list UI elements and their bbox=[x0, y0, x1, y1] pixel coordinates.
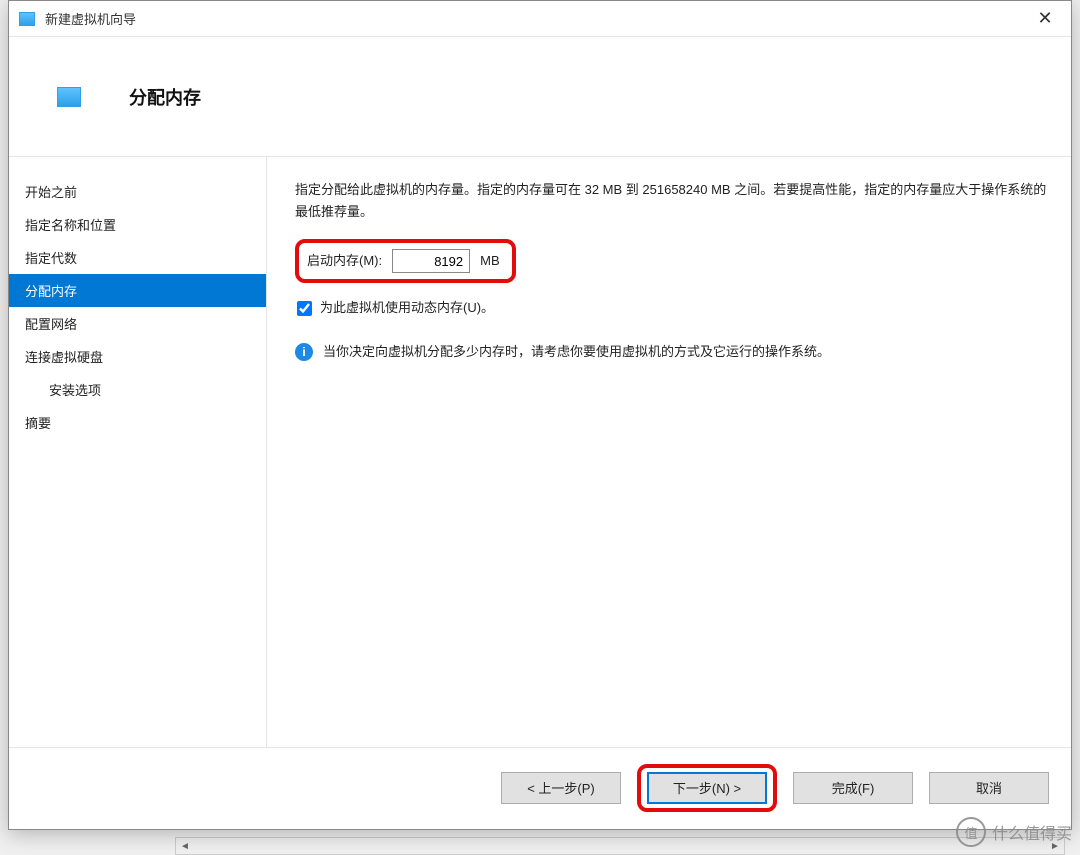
wizard-content: 指定分配给此虚拟机的内存量。指定的内存量可在 32 MB 到 251658240… bbox=[267, 157, 1071, 747]
close-icon: ✕ bbox=[1037, 8, 1052, 29]
info-row: i 当你决定向虚拟机分配多少内存时，请考虑你要使用虚拟机的方式及它运行的操作系统… bbox=[295, 341, 1047, 363]
startup-memory-label: 启动内存(M): bbox=[307, 250, 382, 272]
dynamic-memory-row: 为此虚拟机使用动态内存(U)。 bbox=[295, 297, 1047, 319]
titlebar: 新建虚拟机向导 ✕ bbox=[9, 1, 1071, 37]
info-icon: i bbox=[295, 343, 313, 361]
info-text: 当你决定向虚拟机分配多少内存时，请考虑你要使用虚拟机的方式及它运行的操作系统。 bbox=[323, 341, 830, 363]
step-assign-memory[interactable]: 分配内存 bbox=[9, 274, 266, 307]
step-installation-options[interactable]: 安装选项 bbox=[9, 373, 266, 406]
window-title: 新建虚拟机向导 bbox=[45, 9, 1023, 28]
wizard-footer: < 上一步(P) 下一步(N) > 完成(F) 取消 bbox=[9, 747, 1071, 827]
step-summary[interactable]: 摘要 bbox=[9, 406, 266, 439]
step-label: 开始之前 bbox=[25, 185, 77, 200]
window-icon bbox=[19, 12, 35, 26]
startup-memory-row: 启动内存(M): MB bbox=[295, 239, 516, 283]
dynamic-memory-checkbox[interactable] bbox=[297, 301, 312, 316]
memory-unit-label: MB bbox=[480, 250, 500, 272]
header-icon bbox=[57, 87, 81, 107]
background-horizontal-scrollbar: ◄ ► bbox=[175, 837, 1065, 855]
wizard-steps-sidebar: 开始之前 指定名称和位置 指定代数 分配内存 配置网络 连接虚拟硬盘 安装选项 … bbox=[9, 157, 267, 747]
wizard-dialog: 新建虚拟机向导 ✕ 分配内存 开始之前 指定名称和位置 指定代数 分配内存 配置… bbox=[8, 0, 1072, 830]
close-button[interactable]: ✕ bbox=[1023, 4, 1067, 34]
watermark-text: 什么值得买 bbox=[992, 820, 1072, 844]
next-button-highlight: 下一步(N) > bbox=[637, 764, 777, 812]
page-title: 分配内存 bbox=[129, 84, 201, 110]
watermark-badge: 值 bbox=[956, 817, 986, 847]
cancel-button[interactable]: 取消 bbox=[929, 772, 1049, 804]
watermark: 值 什么值得买 bbox=[956, 817, 1072, 847]
memory-description: 指定分配给此虚拟机的内存量。指定的内存量可在 32 MB 到 251658240… bbox=[295, 179, 1047, 223]
next-button[interactable]: 下一步(N) > bbox=[647, 772, 767, 804]
wizard-header: 分配内存 bbox=[9, 37, 1071, 157]
step-label: 安装选项 bbox=[49, 383, 101, 398]
step-label: 连接虚拟硬盘 bbox=[25, 350, 103, 365]
previous-button[interactable]: < 上一步(P) bbox=[501, 772, 621, 804]
step-specify-generation[interactable]: 指定代数 bbox=[9, 241, 266, 274]
finish-button[interactable]: 完成(F) bbox=[793, 772, 913, 804]
step-label: 摘要 bbox=[25, 416, 51, 431]
step-specify-name-location[interactable]: 指定名称和位置 bbox=[9, 208, 266, 241]
step-label: 分配内存 bbox=[25, 284, 77, 299]
step-label: 指定名称和位置 bbox=[25, 218, 116, 233]
step-label: 配置网络 bbox=[25, 317, 77, 332]
scroll-track[interactable] bbox=[194, 838, 1046, 854]
startup-memory-input[interactable] bbox=[392, 249, 470, 273]
step-label: 指定代数 bbox=[25, 251, 77, 266]
step-configure-networking[interactable]: 配置网络 bbox=[9, 307, 266, 340]
wizard-body: 开始之前 指定名称和位置 指定代数 分配内存 配置网络 连接虚拟硬盘 安装选项 … bbox=[9, 157, 1071, 747]
step-connect-virtual-hard-disk[interactable]: 连接虚拟硬盘 bbox=[9, 340, 266, 373]
step-before-you-begin[interactable]: 开始之前 bbox=[9, 175, 266, 208]
scroll-left-arrow[interactable]: ◄ bbox=[176, 838, 194, 854]
dynamic-memory-label: 为此虚拟机使用动态内存(U)。 bbox=[320, 297, 494, 319]
